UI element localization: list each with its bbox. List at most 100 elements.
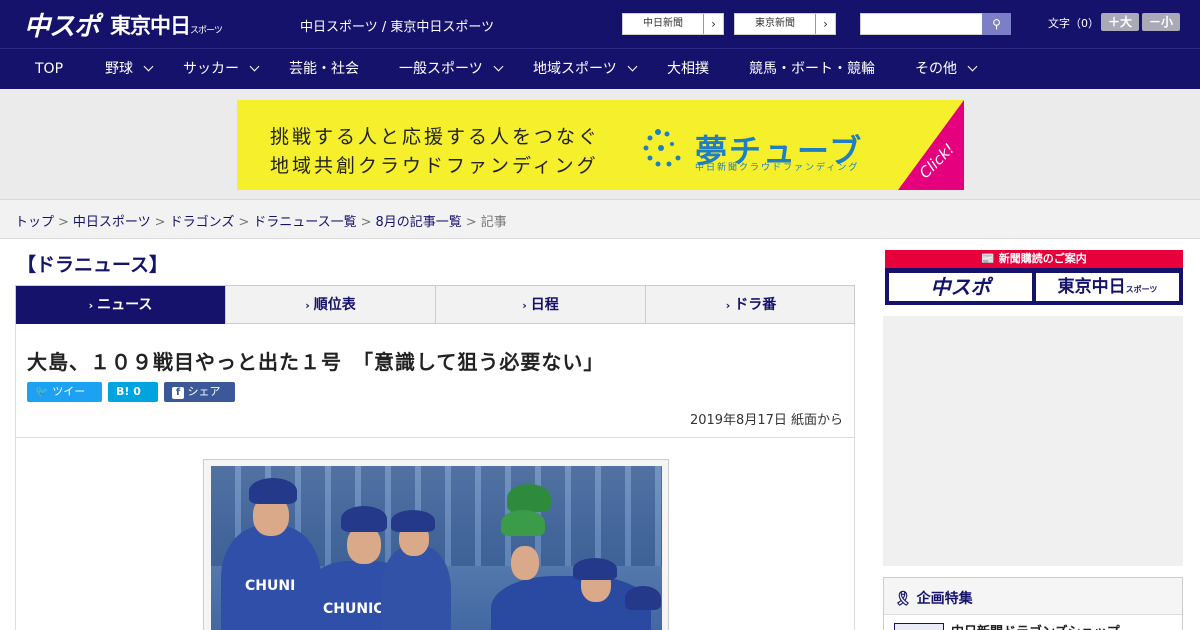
facebook-share-count: 0 (172, 405, 179, 418)
article-photo-area: CHUNI CHUNICHI (15, 438, 855, 630)
section-title: 【ドラニュース】 (17, 254, 169, 276)
breadcrumb-trail: トップ > 中日スポーツ > ドラゴンズ > ドラニュース一覧 >8月の記事一覧 > 記事 (15, 211, 507, 230)
tweet-button[interactable]: 🐦 ツイート (27, 382, 102, 418)
nav-item-label: TOP (35, 61, 64, 77)
chevron-right-icon: › (703, 14, 723, 34)
nav-item-label: 大相撲 (667, 61, 709, 77)
chuspo-logo[interactable]: 中スポ (24, 6, 100, 43)
nav-item-label: 芸能・社会 (289, 61, 359, 77)
breadcrumb-separator: > (465, 215, 477, 230)
facebook-share-label: シェア (187, 385, 221, 398)
feature-thumbnail (894, 623, 944, 630)
player-helmet (501, 510, 545, 536)
feature-box: 🎗 企画特集 中日新聞ドラゴンズショップ (883, 577, 1183, 630)
breadcrumb-link-dragons[interactable]: ドラゴンズ (170, 215, 235, 230)
chunichi-shimbun-label: 中日新聞 (643, 18, 683, 29)
breadcrumb-separator: > (360, 215, 372, 230)
chevron-down-icon (143, 61, 154, 72)
player-cap (391, 510, 435, 532)
player-cap (573, 558, 617, 580)
chevron-down-icon (627, 61, 638, 72)
subscription-heading-text: 新聞購読のご案内 (998, 252, 1087, 265)
tokyo-logo-suffix: スポーツ (190, 26, 223, 36)
twitter-icon: 🐦 (35, 385, 49, 398)
subscription-box[interactable]: 📰 新聞購読のご案内 中スポ 東京中日スポーツ (885, 250, 1183, 305)
article-photo[interactable]: CHUNI CHUNICHI (211, 466, 662, 630)
nav-item-label: その他 (915, 61, 957, 77)
subscribe-tokyo-suffix: スポーツ (1125, 285, 1158, 294)
chevron-right-icon: › (815, 14, 835, 34)
banner-line-1: 挑戦する人と応援する人をつなぐ (270, 126, 601, 148)
article-header: 大島、１０９戦目やっと出た１号 「意識して狙う必要ない」 🐦 ツイート B! 0… (15, 324, 855, 438)
search-icon: ⚲ (992, 17, 1001, 31)
search-input[interactable] (860, 13, 984, 35)
nav-item-label: 競馬・ボート・競輪 (749, 61, 875, 77)
nav-item-label: 野球 (105, 61, 133, 77)
nav-item-baseball[interactable]: 野球 (105, 49, 154, 89)
top-header: 中スポ 東京中日スポーツ 中日スポーツ / 東京中日スポーツ 中日新聞 › 東京… (0, 0, 1200, 48)
breadcrumb-link-news-list[interactable]: ドラニュース一覧 (253, 215, 356, 230)
tokyo-logo-text: 東京中日 (110, 14, 191, 38)
main-nav: TOP 野球 サッカー 芸能・社会 一般スポーツ 地域スポーツ 大相撲 競馬・ボ… (0, 48, 1200, 89)
article-dateline: 2019年8月17日 紙面から (689, 413, 843, 428)
chevron-right-icon: › (305, 299, 310, 312)
tab-schedule[interactable]: › 日程 (436, 286, 646, 324)
subscribe-tokyo-text: 東京中日 (1057, 277, 1126, 297)
breadcrumb-link-chuspo[interactable]: 中日スポーツ (73, 215, 151, 230)
chunichi-shimbun-link[interactable]: 中日新聞 › (622, 13, 724, 35)
subscribe-chuspo-link[interactable]: 中スポ (889, 273, 1032, 301)
feature-item-label: 中日新聞ドラゴンズショップ (951, 621, 1120, 630)
player-cap (249, 478, 297, 504)
nav-item-other[interactable]: その他 (915, 49, 978, 89)
tab-standings[interactable]: › 順位表 (226, 286, 436, 324)
nav-item-sumo[interactable]: 大相撲 (667, 49, 709, 89)
nav-item-entertainment[interactable]: 芸能・社会 (289, 49, 359, 89)
player-cap (625, 586, 661, 610)
font-smaller-button[interactable]: －小 (1142, 13, 1180, 31)
banner-area: 挑戦する人と応援する人をつなぐ 地域共創クラウドファンディング 夢チューブ 中日… (0, 89, 1200, 200)
tab-label: 順位表 (313, 297, 356, 313)
subscribe-tokyo-link[interactable]: 東京中日スポーツ (1036, 273, 1179, 301)
player-cap (341, 506, 387, 532)
ribbon-icon: 🎗 (894, 591, 912, 607)
chevron-right-icon: › (725, 299, 731, 312)
nav-item-racing[interactable]: 競馬・ボート・競輪 (749, 49, 875, 89)
chevron-right-icon: › (88, 299, 94, 312)
tab-doraban[interactable]: › ドラ番 (646, 286, 856, 324)
font-bigger-button[interactable]: ＋大 (1101, 13, 1139, 31)
player-helmet (507, 484, 551, 512)
banner-line-2: 地域共創クラウドファンディング (270, 155, 599, 177)
breadcrumb-link-top[interactable]: トップ (15, 215, 54, 230)
facebook-share-button[interactable]: f シェア 0 (164, 382, 235, 418)
hatebu-count: 0 (133, 385, 141, 398)
nav-item-soccer[interactable]: サッカー (183, 49, 260, 89)
banner-subtitle: 中日新聞クラウドファンディング (695, 163, 860, 173)
feature-title-text: 企画特集 (916, 591, 973, 607)
breadcrumb-separator: > (154, 215, 166, 230)
tokyo-chunichi-logo[interactable]: 東京中日スポーツ (110, 10, 223, 40)
chevron-right-icon: › (522, 299, 527, 312)
subscription-heading: 📰 新聞購読のご案内 (885, 250, 1183, 268)
nav-item-local-sports[interactable]: 地域スポーツ (533, 49, 638, 89)
chevron-down-icon (493, 61, 504, 72)
search-button[interactable]: ⚲ (982, 13, 1011, 35)
breadcrumb-separator: > (58, 215, 69, 230)
player-figure (381, 546, 451, 630)
sidebar-ad-slot (883, 316, 1183, 566)
feature-item[interactable]: 中日新聞ドラゴンズショップ (884, 614, 1182, 630)
breadcrumb-link-august[interactable]: 8月の記事一覧 (376, 215, 462, 230)
player-face (511, 546, 539, 580)
breadcrumb: トップ > 中日スポーツ > ドラゴンズ > ドラニュース一覧 >8月の記事一覧 > 記事 (0, 200, 1200, 239)
nav-item-general-sports[interactable]: 一般スポーツ (399, 49, 504, 89)
breadcrumb-current: 記事 (480, 215, 507, 230)
hatebu-button[interactable]: B! 0 (108, 382, 158, 402)
chevron-down-icon (249, 61, 260, 72)
crowdfunding-banner[interactable]: 挑戦する人と応援する人をつなぐ 地域共創クラウドファンディング 夢チューブ 中日… (237, 100, 964, 190)
feature-title: 🎗 企画特集 (894, 588, 973, 608)
breadcrumb-separator: > (238, 215, 250, 230)
tokyo-shimbun-link[interactable]: 東京新聞 › (734, 13, 836, 35)
nav-item-top[interactable]: TOP (35, 49, 63, 89)
tab-label: ドラ番 (734, 297, 777, 313)
nav-item-label: 地域スポーツ (533, 61, 617, 77)
tab-news[interactable]: › ニュース (16, 286, 226, 331)
